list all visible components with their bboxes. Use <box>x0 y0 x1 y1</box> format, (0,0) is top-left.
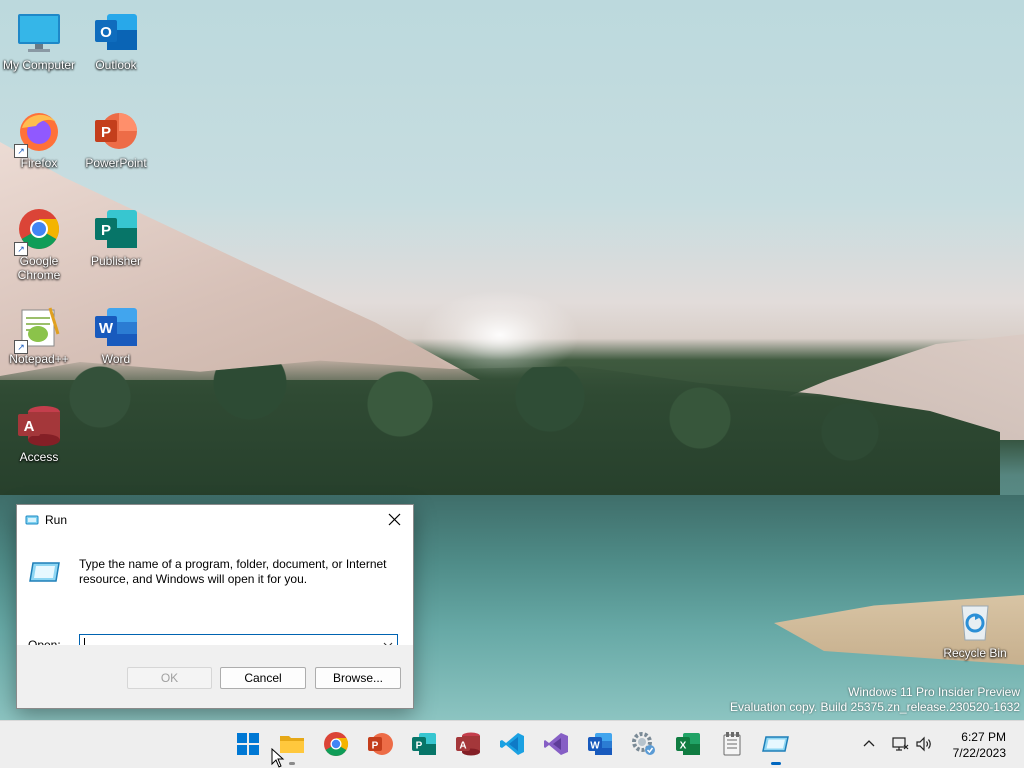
desktop-icon-recycle-bin[interactable]: Recycle Bin <box>936 590 1014 660</box>
desktop-icon-firefox[interactable]: ↗ Firefox <box>0 100 78 170</box>
mouse-cursor-icon <box>271 748 285 768</box>
desktop-icon-label: Outlook <box>95 58 137 72</box>
run-program-icon <box>29 562 60 582</box>
run-footer: OK Cancel Browse... <box>17 645 413 708</box>
svg-text:A: A <box>24 418 35 435</box>
chevron-up-icon <box>863 740 875 747</box>
run-title-icon <box>25 515 39 525</box>
taskbar-visual-studio[interactable] <box>542 730 570 758</box>
desktop-icon-label: Google Chrome <box>17 254 61 282</box>
shortcut-arrow-icon: ↗ <box>14 144 28 158</box>
close-icon <box>388 513 401 526</box>
taskbar-notepad[interactable] <box>718 730 746 758</box>
monitor-icon <box>16 10 62 56</box>
volume-button[interactable] <box>915 735 933 753</box>
run-title-bar[interactable]: Run <box>17 505 413 535</box>
powerpoint-icon: P <box>368 733 393 755</box>
desktop-icon-notepadpp[interactable]: ↗ Notepad++ <box>0 296 78 366</box>
desktop-icon-label: PowerPoint <box>85 156 147 170</box>
run-description: Type the name of a program, folder, docu… <box>79 557 387 586</box>
notepadpp-icon: ↗ <box>14 304 62 354</box>
wallpaper-sun-glow <box>420 290 580 380</box>
svg-text:P: P <box>101 124 111 141</box>
desktop-icon-my-computer[interactable]: My Computer <box>0 2 78 72</box>
run-icon <box>762 736 789 752</box>
svg-text:W: W <box>99 320 114 337</box>
excel-icon: X <box>676 733 700 755</box>
word-icon: W <box>588 733 612 755</box>
shortcut-arrow-icon: ↗ <box>14 340 28 354</box>
svg-text:P: P <box>372 741 379 752</box>
svg-text:A: A <box>459 741 466 752</box>
close-button[interactable] <box>383 509 407 531</box>
taskbar-vscode[interactable] <box>498 730 526 758</box>
ok-button[interactable]: OK <box>127 667 212 689</box>
windows-start-icon <box>237 733 259 755</box>
shortcut-arrow-icon: ↗ <box>14 242 28 256</box>
browse-button[interactable]: Browse... <box>315 667 401 689</box>
run-body: Type the name of a program, folder, docu… <box>17 535 413 656</box>
svg-text:X: X <box>680 741 687 752</box>
taskbar-control-panel[interactable] <box>630 730 658 758</box>
visual-studio-icon <box>544 733 568 755</box>
taskbar-publisher[interactable]: P <box>410 730 438 758</box>
chrome-icon <box>324 732 349 757</box>
evaluation-watermark: Windows 11 Pro Insider Preview Evaluatio… <box>730 685 1020 715</box>
svg-text:P: P <box>101 222 111 239</box>
taskbar-word[interactable]: W <box>586 730 614 758</box>
desktop-icon-label: Publisher <box>90 254 142 268</box>
clock-date: 7/22/2023 <box>952 746 1006 760</box>
taskbar-start-button[interactable] <box>234 730 262 758</box>
desktop-icon-access[interactable]: A Access <box>0 394 78 464</box>
svg-text:O: O <box>100 24 112 41</box>
outlook-icon: O <box>93 10 139 56</box>
desktop-icon-label: Access <box>19 450 59 464</box>
desktop-icon-word[interactable]: W Word <box>77 296 155 366</box>
taskbar-chrome[interactable] <box>322 730 350 758</box>
powerpoint-icon: P <box>93 108 139 154</box>
recycle-bin-icon <box>952 598 998 644</box>
watermark-build: Evaluation copy. Build 25375.zn_release.… <box>730 700 1020 714</box>
run-dialog: Run Type the name of a program, folder, … <box>16 504 414 709</box>
show-hidden-icons-button[interactable] <box>860 735 878 753</box>
svg-text:P: P <box>416 741 423 752</box>
desktop-icon-outlook[interactable]: O Outlook <box>77 2 155 72</box>
desktop-icon-powerpoint[interactable]: P PowerPoint <box>77 100 155 170</box>
watermark-edition: Windows 11 Pro Insider Preview <box>848 685 1020 699</box>
svg-text:W: W <box>590 741 600 752</box>
taskbar-access[interactable]: A <box>454 730 482 758</box>
taskbar-clock[interactable]: 6:27 PM 7/22/2023 <box>936 729 1006 761</box>
word-icon: W <box>93 304 139 350</box>
firefox-icon: ↗ <box>14 108 62 158</box>
publisher-icon: P <box>412 733 436 755</box>
publisher-icon: P <box>93 206 139 252</box>
network-status-button[interactable] <box>891 735 909 753</box>
chrome-icon: ↗ <box>14 206 62 256</box>
desktop-icon-label: Word <box>101 352 131 366</box>
clock-time: 6:27 PM <box>961 730 1006 744</box>
taskbar-excel[interactable]: X <box>674 730 702 758</box>
access-icon: A <box>16 402 62 448</box>
desktop-icon-google-chrome[interactable]: ↗ Google Chrome <box>0 198 78 282</box>
vscode-icon <box>500 733 524 755</box>
settings-gear-icon <box>632 732 655 755</box>
desktop-icon-publisher[interactable]: P Publisher <box>77 198 155 268</box>
access-icon: A <box>456 732 480 756</box>
speaker-icon <box>916 736 931 752</box>
network-icon <box>892 737 909 751</box>
taskbar: P P A W X 6:27 PM 7/22/2023 <box>0 720 1024 768</box>
notepad-icon <box>723 732 741 756</box>
desktop-icon-label: Recycle Bin <box>943 646 1007 660</box>
cancel-button[interactable]: Cancel <box>220 667 306 689</box>
taskbar-powerpoint[interactable]: P <box>366 730 394 758</box>
desktop-icon-label: Notepad++ <box>9 352 69 366</box>
desktop-icon-label: My Computer <box>2 58 76 72</box>
run-title: Run <box>45 513 68 527</box>
taskbar-run[interactable] <box>762 730 790 765</box>
